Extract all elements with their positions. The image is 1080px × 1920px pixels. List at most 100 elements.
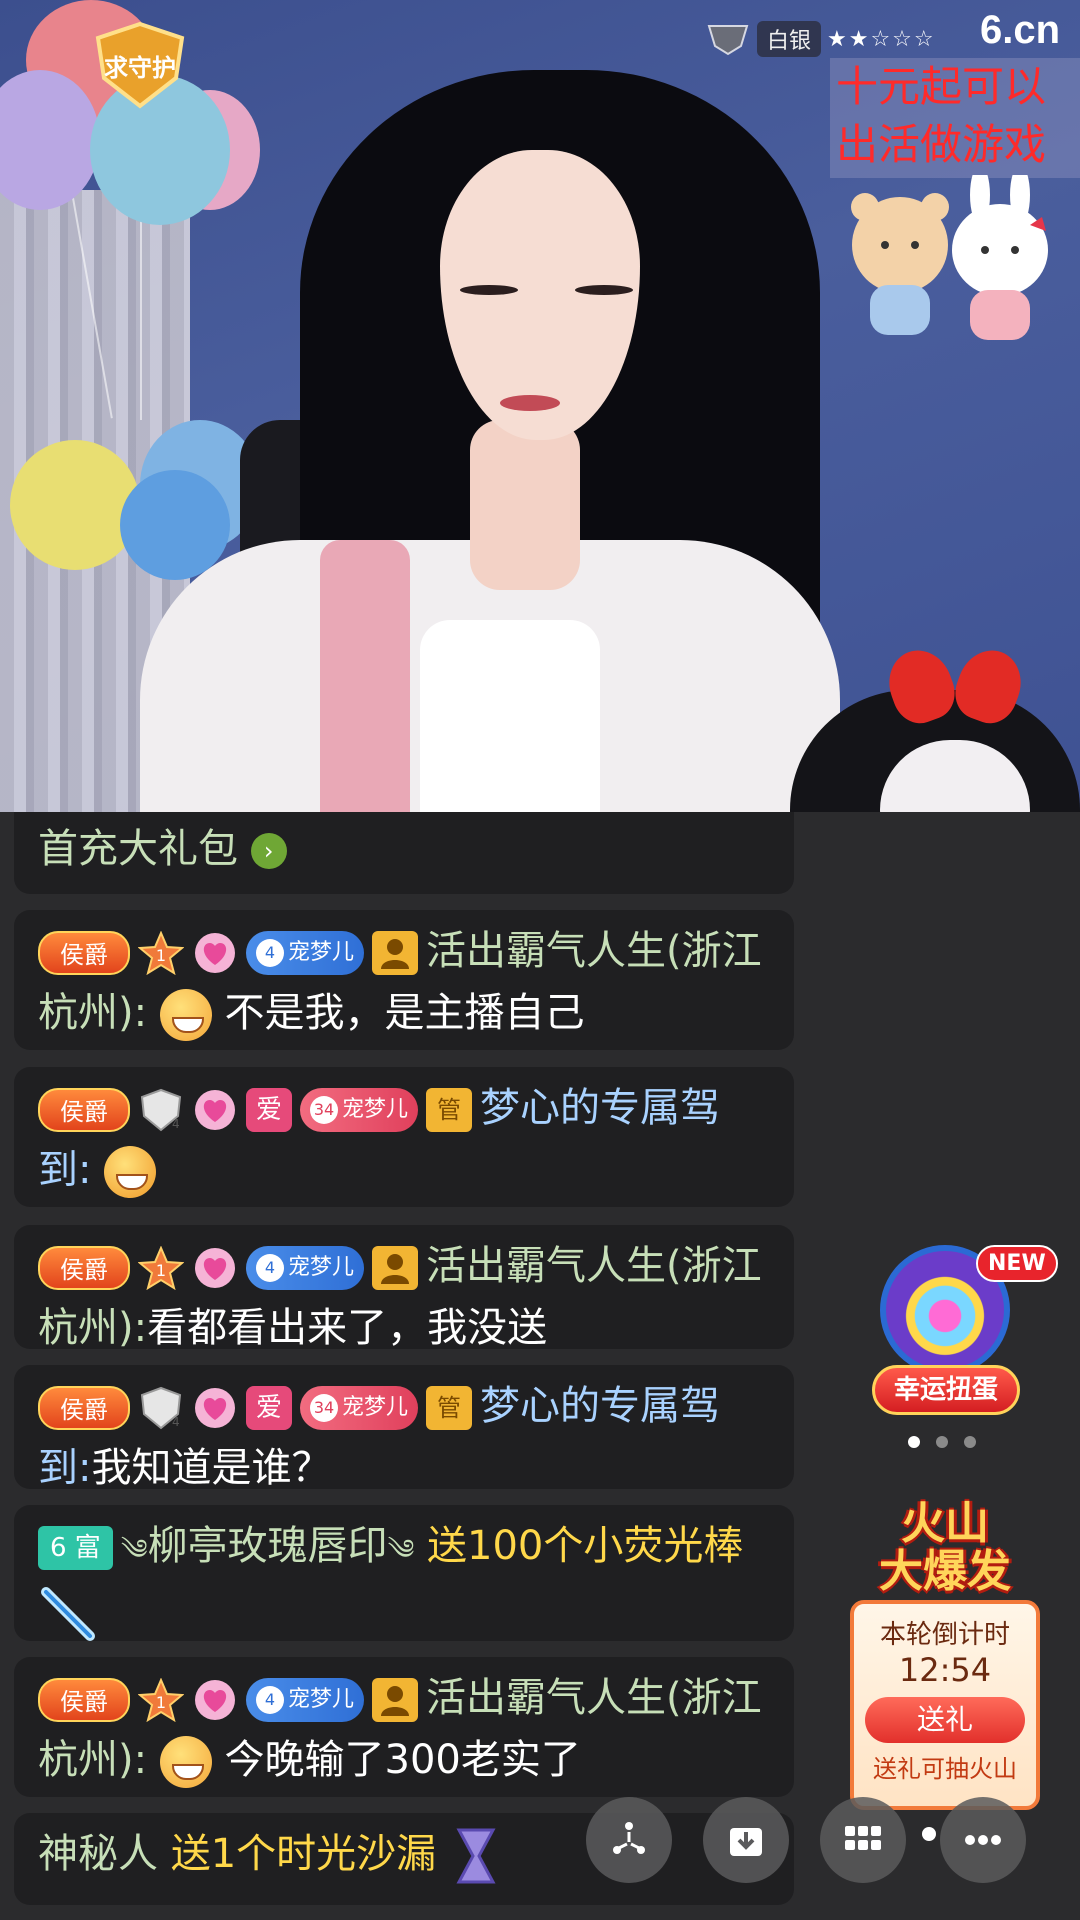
countdown-timer: 12:54 xyxy=(898,1651,992,1689)
plush-bow xyxy=(890,650,1020,730)
stream-notice: 十元起可以 出活做游戏 xyxy=(830,58,1080,178)
chevron-right-icon: › xyxy=(250,833,287,869)
bear-bunny-sticker-icon xyxy=(851,175,1048,340)
admin-badge: 管 xyxy=(426,1088,473,1132)
video-stream[interactable]: 求守护 白银 ★★☆☆☆ 6.cn 十元起可以 出活做游戏 xyxy=(0,0,1080,812)
brand-logo: 6.cn xyxy=(980,8,1061,52)
gift-text: 送100个小荧光棒 xyxy=(427,1523,744,1569)
svg-text:1: 1 xyxy=(156,1261,166,1280)
chat-username[interactable]: 神秘人 xyxy=(38,1831,158,1877)
noble-badge: 侯爵 xyxy=(38,931,130,975)
chat-message[interactable]: 侯爵 1 4 宠梦儿 活出霸气人生(浙江杭州): 今晚输了300老实了 xyxy=(14,1657,794,1797)
star-level-icon: 1 xyxy=(137,1245,185,1291)
carousel-dot xyxy=(936,1436,948,1448)
carousel-dot xyxy=(964,1436,976,1448)
streamer-eye xyxy=(460,285,518,295)
star-level-icon: 1 xyxy=(137,1677,185,1723)
balloon-yellow xyxy=(10,440,140,570)
first-charge-label: 首充大礼包 xyxy=(38,826,238,872)
streamer-lips xyxy=(500,395,560,411)
hourglass-icon xyxy=(456,1828,496,1884)
chat-message[interactable]: 侯爵 1 4 宠梦儿 活出霸气人生(浙江杭州): 不是我，是主播自己 xyxy=(14,910,794,1050)
chat-message[interactable]: 侯爵 1 4 宠梦儿 活出霸气人生(浙江杭州):看都看出来了，我没送 xyxy=(14,1225,794,1351)
grin-emoji-icon xyxy=(159,989,212,1041)
live-room: 求守护 白银 ★★☆☆☆ 6.cn 十元起可以 出活做游戏 首充大礼包 › 侯爵… xyxy=(0,0,1080,1920)
noble-badge: 侯爵 xyxy=(38,1246,130,1290)
first-charge-banner[interactable]: 首充大礼包 › xyxy=(14,812,794,894)
chat-username[interactable]: 柳亭玫瑰唇印 xyxy=(148,1523,388,1569)
rank-shield-icon xyxy=(707,25,749,56)
heart-icon xyxy=(192,1386,238,1430)
user-icon xyxy=(372,931,419,975)
volcano-event[interactable]: 火山 大爆发 本轮倒计时 12:54 送礼 送礼可抽火山 xyxy=(850,1500,1040,1810)
chat-message[interactable]: 侯爵 4 爱 34 宠梦儿管梦心的专属驾到: xyxy=(14,1067,794,1207)
carousel-dot-active xyxy=(908,1436,920,1448)
chat-gift-message[interactable]: 神秘人 送1个时光沙漏 xyxy=(14,1813,794,1905)
love-badge: 爱 xyxy=(246,1088,292,1132)
pet-badge: 4 宠梦儿 xyxy=(246,931,365,975)
send-gift-button[interactable]: 送礼 xyxy=(865,1697,1025,1743)
noble-badge: 侯爵 xyxy=(38,1678,130,1722)
pet-badge: 34 宠梦儿 xyxy=(300,1088,419,1132)
pet-badge: 4 宠梦儿 xyxy=(246,1246,365,1290)
noble-badge: 侯爵 xyxy=(38,1386,130,1430)
anchor-rank[interactable]: 白银 ★★☆☆☆ xyxy=(705,21,936,57)
svg-text:1: 1 xyxy=(156,946,166,965)
notice-line: 出活做游戏 xyxy=(836,120,1047,169)
streamer-eye xyxy=(575,285,633,295)
star-level-icon: 1 xyxy=(137,930,185,976)
wing-left-icon: ༄ xyxy=(120,1533,148,1566)
pet-badge: 4 宠梦儿 xyxy=(246,1678,365,1722)
streamer-pink-top xyxy=(320,540,410,812)
volcano-card: 本轮倒计时 12:54 送礼 送礼可抽火山 xyxy=(850,1600,1040,1810)
guard-level-icon: 4 xyxy=(138,1088,184,1132)
love-badge: 爱 xyxy=(246,1386,292,1430)
admin-badge: 管 xyxy=(426,1386,473,1430)
grin-emoji-icon xyxy=(159,1736,212,1788)
download-icon xyxy=(730,1828,762,1856)
heart-icon xyxy=(192,1088,238,1132)
countdown-label: 本轮倒计时 xyxy=(879,1620,1010,1650)
wealth-badge: 6 富 xyxy=(38,1526,113,1570)
balloon-blue xyxy=(120,470,230,580)
more-button[interactable] xyxy=(940,1797,1026,1883)
volcano-footer: 送礼可抽火山 xyxy=(873,1755,1017,1783)
gift-text: 送1个时光沙漏 xyxy=(170,1831,437,1877)
share-icon xyxy=(613,1822,645,1854)
user-icon xyxy=(372,1246,419,1290)
menu-grid-button[interactable] xyxy=(820,1797,906,1883)
chat-message[interactable]: 侯爵 4 爱 34 宠梦儿管梦心的专属驾到:我知道是谁？ xyxy=(14,1365,794,1491)
svg-text:求守护: 求守护 xyxy=(104,54,176,82)
heart-icon xyxy=(192,1678,238,1722)
heart-icon xyxy=(192,1246,238,1290)
notice-line: 十元起可以 xyxy=(836,62,1047,111)
chat-gift-message[interactable]: 6 富 ༄柳亭玫瑰唇印༄ 送100个小荧光棒 xyxy=(14,1505,794,1641)
new-badge: NEW xyxy=(976,1245,1058,1282)
chat-text: 我知道是谁？ xyxy=(91,1445,332,1491)
download-button[interactable] xyxy=(703,1797,789,1883)
streamer-shirt xyxy=(420,620,600,812)
user-icon xyxy=(372,1678,419,1722)
more-icon xyxy=(965,1835,1001,1845)
carousel-dots xyxy=(908,1436,976,1448)
rank-label: 白银 xyxy=(757,21,822,57)
wing-right-icon: ༄ xyxy=(387,1533,415,1566)
glow-stick-icon xyxy=(41,1587,95,1641)
streamer-neck xyxy=(470,420,580,590)
chat-text: 看都看出来了，我没送 xyxy=(147,1305,548,1351)
share-button[interactable] xyxy=(586,1797,672,1883)
chat-text: 今晚输了300老实了 xyxy=(224,1737,581,1783)
gashapon-label: 幸运扭蛋 xyxy=(872,1365,1020,1415)
guard-badge[interactable]: 求守护 xyxy=(90,20,190,110)
grid-icon xyxy=(845,1826,881,1850)
rank-stars: ★★☆☆☆ xyxy=(827,26,936,52)
yawn-emoji-icon xyxy=(104,1146,157,1198)
svg-text:1: 1 xyxy=(156,1693,166,1712)
svg-text:4: 4 xyxy=(172,1117,180,1131)
volcano-title: 火山 大爆发 xyxy=(879,1498,1011,1597)
heart-icon xyxy=(192,931,238,975)
lucky-gashapon[interactable]: NEW 幸运扭蛋 xyxy=(868,1245,1058,1425)
pet-badge: 34 宠梦儿 xyxy=(300,1386,419,1430)
svg-text:4: 4 xyxy=(172,1415,180,1429)
guard-shield-icon: 求守护 xyxy=(95,21,185,109)
